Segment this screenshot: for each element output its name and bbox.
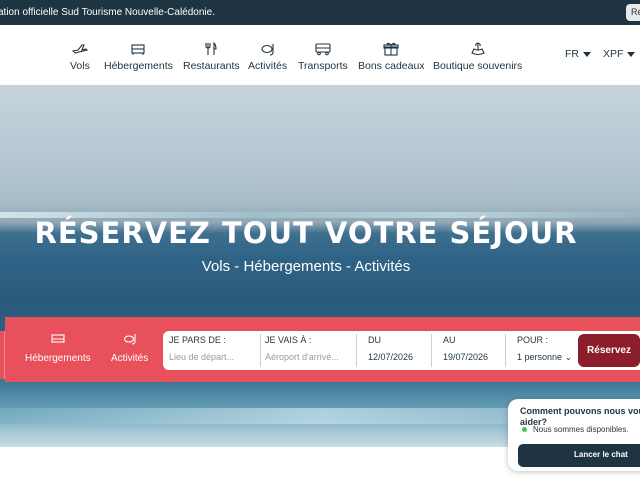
currency-value: XPF [603, 48, 624, 60]
hero-banner: RÉSERVEZ TOUT VOTRE SÉJOUR Vols - Héberg… [0, 85, 640, 447]
chat-status: Nous sommes disponibles. [533, 425, 629, 434]
people-select[interactable]: 1 personne ⌄ [517, 352, 577, 363]
announcement-button[interactable]: Ré [626, 4, 640, 21]
end-date-field[interactable]: AU 19/07/2026 [443, 335, 507, 366]
start-date-field[interactable]: DU 12/07/2026 [368, 335, 434, 366]
people-field[interactable]: POUR : 1 personne ⌄ [517, 335, 577, 366]
nav-item-hebergements[interactable]: Hébergements [104, 42, 173, 72]
main-nav: Vols Hébergements Restaurants Activités … [0, 25, 640, 85]
booking-tab-label: Hébergements [25, 353, 91, 364]
people-value: 1 personne [517, 352, 563, 362]
nav-label: Vols [70, 60, 90, 72]
reserve-button[interactable]: Réservez [578, 334, 640, 367]
people-label: POUR : [517, 335, 549, 345]
nav-label: Boutique souvenirs [433, 60, 523, 72]
arrival-label: JE VAIS À : [265, 335, 312, 345]
hero-title: RÉSERVEZ TOUT VOTRE SÉJOUR [34, 216, 578, 250]
departure-label: JE PARS DE : [169, 335, 226, 345]
departure-input[interactable]: Lieu de départ... [169, 352, 257, 362]
divider [356, 334, 357, 367]
booking-tab-vols[interactable] [0, 331, 5, 379]
chevron-down-icon: ⌄ [564, 352, 573, 362]
nav-label: Activités [248, 60, 288, 72]
language-value: FR [565, 48, 579, 60]
end-date-value[interactable]: 19/07/2026 [443, 352, 507, 362]
snorkel-icon [123, 333, 137, 345]
snorkel-icon [260, 42, 276, 56]
nav-label: Transports [298, 60, 348, 72]
hero-subtitle: Vols - Hébergements - Activités [201, 258, 411, 275]
announcement-bar: ation officielle Sud Tourisme Nouvelle-C… [0, 0, 640, 25]
nav-label: Bons cadeaux [358, 60, 425, 72]
start-date-label: DU [368, 335, 381, 345]
booking-tab-hebergements[interactable]: Hébergements [25, 333, 91, 364]
chat-widget: Comment pouvons nous vous aider? Nous so… [508, 399, 640, 471]
souvenir-icon [470, 42, 486, 56]
nav-item-restaurants[interactable]: Restaurants [183, 42, 240, 72]
nav-item-transports[interactable]: Transports [298, 42, 348, 72]
divider [505, 334, 506, 367]
arrival-input[interactable]: Aéroport d'arrivé... [265, 352, 353, 362]
gift-icon [383, 42, 399, 56]
chat-bubble-icon [64, 51, 75, 61]
launch-chat-button[interactable]: Lancer le chat [518, 444, 640, 467]
bed-icon [51, 333, 65, 345]
booking-tab-activites[interactable]: Activités [111, 333, 148, 364]
nav-label: Restaurants [183, 60, 240, 72]
booking-form: JE PARS DE : Lieu de départ... JE VAIS À… [163, 331, 640, 370]
end-date-label: AU [443, 335, 456, 345]
chevron-down-icon [583, 51, 591, 57]
chevron-down-icon [627, 51, 636, 57]
cutlery-icon [203, 42, 219, 56]
language-select[interactable]: FR [565, 48, 591, 60]
divider [431, 334, 432, 367]
divider [260, 334, 261, 367]
booking-tab-label: Activités [111, 353, 149, 364]
nav-label: Hébergements [104, 60, 173, 72]
start-date-value[interactable]: 12/07/2026 [368, 352, 434, 362]
announcement-text: ation officielle Sud Tourisme Nouvelle-C… [0, 7, 215, 18]
currency-select[interactable]: XPF [603, 48, 636, 60]
departure-field[interactable]: JE PARS DE : Lieu de départ... [169, 335, 257, 366]
arrival-field[interactable]: JE VAIS À : Aéroport d'arrivé... [265, 335, 353, 366]
nav-item-activites[interactable]: Activités [248, 42, 287, 72]
bus-icon [315, 42, 331, 56]
nav-item-boutique-souvenirs[interactable]: Boutique souvenirs [433, 42, 522, 72]
online-status-dot [522, 427, 527, 432]
bed-icon [130, 42, 146, 56]
nav-item-bons-cadeaux[interactable]: Bons cadeaux [358, 42, 425, 72]
